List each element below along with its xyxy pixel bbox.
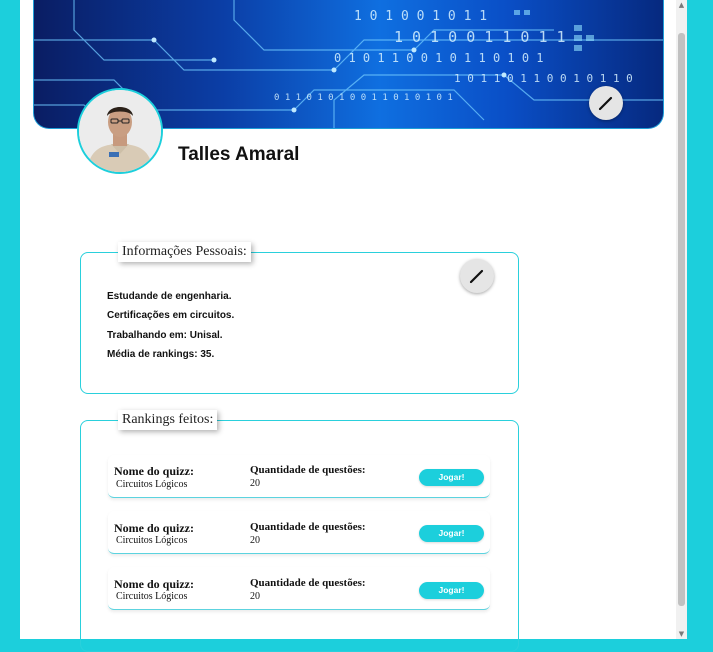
- info-line-ranking-average: Média de rankings: 35.: [107, 349, 215, 360]
- ranking-card: Nome do quizz: Circuitos Lógicos Quantid…: [108, 455, 490, 498]
- ranking-card: Nome do quizz: Circuitos Lógicos Quantid…: [108, 511, 490, 554]
- question-count-label: Quantidade de questões:: [250, 521, 366, 533]
- arrow-up-icon[interactable]: ▲: [676, 0, 687, 10]
- arrow-down-icon[interactable]: ▼: [676, 629, 687, 639]
- quiz-name-value: Circuitos Lógicos: [116, 591, 188, 602]
- pencil-icon: [598, 96, 613, 111]
- rankings-legend: Rankings feitos:: [118, 410, 218, 430]
- play-button[interactable]: Jogar!: [419, 525, 484, 542]
- edit-banner-button[interactable]: [589, 86, 623, 120]
- info-line-education: Estudande de engenharia.: [107, 291, 232, 302]
- avatar[interactable]: [77, 88, 163, 174]
- question-count-value: 20: [250, 478, 260, 489]
- profile-photo: [79, 90, 161, 172]
- svg-text:1 0 1 1 0 1 1 0 0 1 0 1 1 0: 1 0 1 1 0 1 1 0 0 1 0 1 1 0: [454, 72, 633, 85]
- quiz-name-label: Nome do quizz:: [114, 464, 194, 478]
- info-line-employment: Trabalhando em: Unisal.: [107, 330, 223, 341]
- svg-text:1 0 1 0 0 1 1 0 1 1: 1 0 1 0 0 1 1 0 1 1: [394, 28, 566, 46]
- quiz-name-value: Circuitos Lógicos: [116, 479, 188, 490]
- play-button[interactable]: Jogar!: [419, 469, 484, 486]
- question-count-value: 20: [250, 591, 260, 602]
- profile-name: Talles Amaral: [178, 144, 300, 165]
- ranking-card: Nome do quizz: Circuitos Lógicos Quantid…: [108, 567, 490, 610]
- question-count-value: 20: [250, 535, 260, 546]
- svg-text:0 1 1 0 1 0 1 0 0 1 1 0 1 0 1: 0 1 1 0 1 0 1 0 0 1 1 0 1 0 1 0 1: [274, 93, 453, 103]
- quiz-name-label: Nome do quizz:: [114, 577, 194, 591]
- pencil-icon: [469, 269, 484, 284]
- quiz-name-label: Nome do quizz:: [114, 521, 194, 535]
- scrollbar-thumb[interactable]: [678, 33, 685, 606]
- vertical-scrollbar[interactable]: ▲ ▼: [676, 0, 687, 639]
- quiz-name-value: Circuitos Lógicos: [116, 535, 188, 546]
- personal-info-legend: Informações Pessoais:: [118, 242, 251, 262]
- play-button[interactable]: Jogar!: [419, 582, 484, 599]
- svg-text:0 1 0 1 1 0 0 1 0 1 1 0 1 0 1: 0 1 0 1 1 0 0 1 0 1 1 0 1 0 1: [334, 51, 544, 65]
- svg-text:1 0 1 0 0 1 0 1 1: 1 0 1 0 0 1 0 1 1: [354, 9, 487, 24]
- info-line-certifications: Certificações em circuitos.: [107, 310, 235, 321]
- edit-info-button[interactable]: [460, 259, 494, 293]
- question-count-label: Quantidade de questões:: [250, 464, 366, 476]
- question-count-label: Quantidade de questões:: [250, 577, 366, 589]
